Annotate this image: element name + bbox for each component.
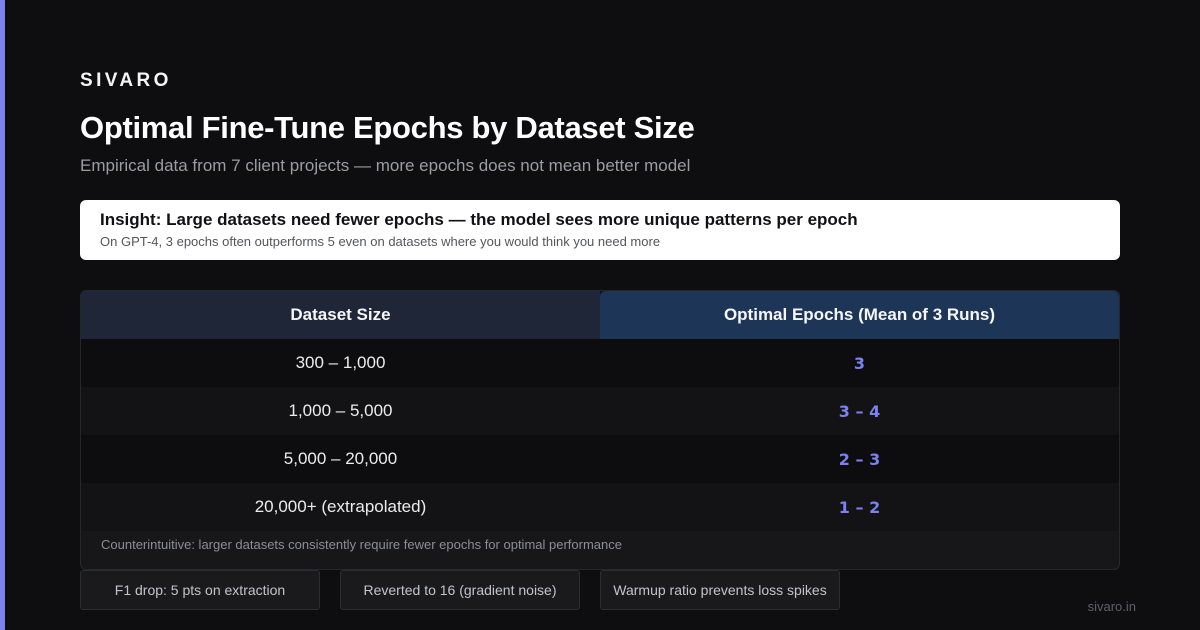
- page-title: Optimal Fine-Tune Epochs by Dataset Size: [80, 110, 695, 145]
- cell-dataset-size: 20,000+ (extrapolated): [254, 497, 427, 516]
- accent-bar: [0, 0, 5, 630]
- brand-logo: SIVARO: [80, 70, 172, 91]
- cell-dataset-size: 300 – 1,000: [295, 353, 386, 372]
- table-row: 5,000 – 20,000 2 – 3: [81, 435, 1119, 483]
- tag-f1-drop: F1 drop: 5 pts on extraction: [80, 570, 320, 610]
- table-footnote: Counterintuitive: larger datasets consis…: [101, 537, 622, 552]
- table-header-row: Dataset Size Optimal Epochs (Mean of 3 R…: [81, 291, 1119, 339]
- tag-warmup: Warmup ratio prevents loss spikes: [600, 570, 840, 610]
- insight-callout: Insight: Large datasets need fewer epoch…: [80, 200, 1120, 260]
- page-subtitle: Empirical data from 7 client projects — …: [80, 156, 691, 175]
- header-dataset-size: Dataset Size: [81, 291, 600, 339]
- cell-optimal-epochs: 2 – 3: [838, 449, 881, 469]
- cell-optimal-epochs: 3 – 4: [838, 401, 881, 421]
- slide: SIVARO Optimal Fine-Tune Epochs by Datas…: [0, 0, 1200, 630]
- table-row: 300 – 1,000 3: [81, 339, 1119, 387]
- epochs-table: Dataset Size Optimal Epochs (Mean of 3 R…: [80, 290, 1120, 570]
- insight-title: Insight: Large datasets need fewer epoch…: [100, 210, 858, 229]
- tag-list: F1 drop: 5 pts on extraction Reverted to…: [80, 570, 840, 610]
- table-row: 20,000+ (extrapolated) 1 – 2: [81, 483, 1119, 531]
- table-row: 1,000 – 5,000 3 – 4: [81, 387, 1119, 435]
- cell-dataset-size: 1,000 – 5,000: [288, 401, 393, 420]
- cell-dataset-size: 5,000 – 20,000: [283, 449, 398, 468]
- cell-optimal-epochs: 1 – 2: [838, 497, 881, 517]
- site-url: sivaro.in: [1087, 599, 1136, 614]
- insight-subtext: On GPT-4, 3 epochs often outperforms 5 e…: [100, 234, 661, 249]
- cell-optimal-epochs: 3: [853, 353, 866, 373]
- header-optimal-epochs: Optimal Epochs (Mean of 3 Runs): [600, 291, 1119, 339]
- tag-reverted: Reverted to 16 (gradient noise): [340, 570, 580, 610]
